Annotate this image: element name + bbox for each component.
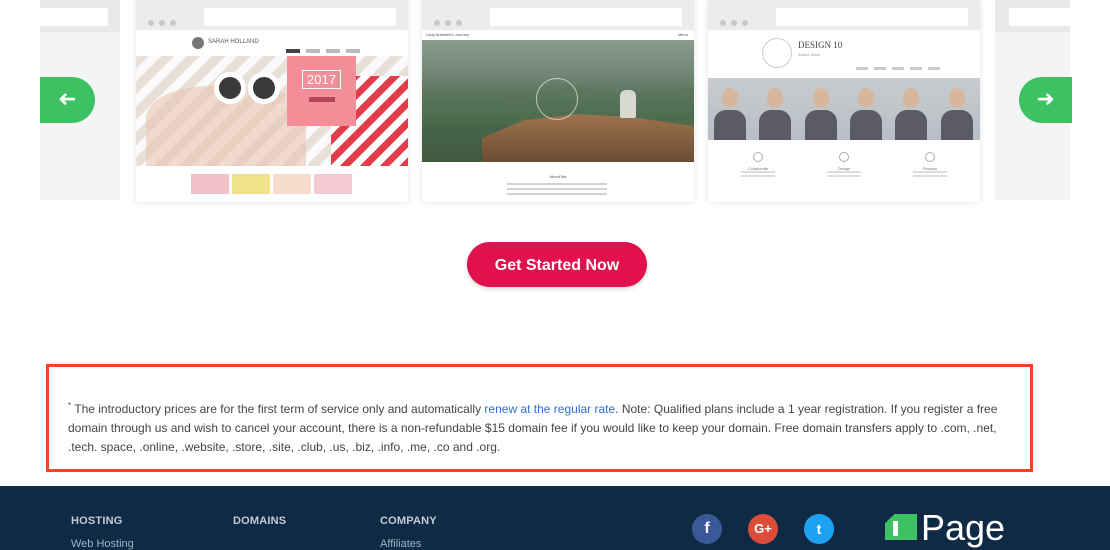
footer-column-domains: DOMAINS bbox=[233, 515, 286, 527]
template-features: Collaborate Design Passion bbox=[738, 152, 950, 179]
template-site-tagline: Adobe Muse bbox=[798, 52, 821, 57]
twitter-icon[interactable]: t bbox=[804, 514, 834, 544]
template-header: Lady Arklebell's Journey Menu bbox=[422, 30, 694, 40]
carousel-prev-button[interactable]: ➜ bbox=[40, 77, 95, 123]
browser-chrome bbox=[422, 0, 694, 30]
ipage-logo-mark bbox=[885, 514, 917, 540]
footer-heading: DOMAINS bbox=[233, 515, 287, 527]
template-feature: Collaborate bbox=[738, 152, 778, 179]
template-thumbnail bbox=[191, 174, 229, 194]
template-header: DESIGN 10 Adobe Muse bbox=[708, 30, 980, 77]
template-logo bbox=[192, 37, 204, 49]
arrow-right-icon: ➜ bbox=[1036, 87, 1055, 112]
template-site-name: Lady Arklebell's Journey bbox=[426, 32, 470, 37]
template-thumbnail bbox=[232, 174, 270, 194]
template-thumbnails bbox=[191, 174, 355, 199]
renew-rate-link[interactable]: renew at the regular rate bbox=[484, 402, 615, 416]
footer-column-hosting: HOSTING Web Hosting bbox=[71, 515, 134, 550]
template-menu-label: Menu bbox=[677, 32, 688, 37]
template-site-name: DESIGN 10 bbox=[798, 40, 843, 50]
template-thumbnail bbox=[273, 174, 311, 194]
template-hero-image bbox=[422, 40, 694, 162]
browser-chrome bbox=[708, 0, 980, 30]
template-carousel: SARAH HOLLAND 2017 Lady Arklebell's Jour… bbox=[0, 0, 1110, 210]
browser-chrome bbox=[136, 0, 408, 30]
footer-heading: HOSTING bbox=[71, 515, 123, 527]
template-thumbnail bbox=[314, 174, 352, 194]
template-placeholder-text bbox=[507, 183, 607, 198]
template-team-photos bbox=[708, 78, 980, 140]
pricing-disclaimer: * The introductory prices are for the fi… bbox=[46, 364, 1033, 472]
get-started-button[interactable]: Get Started Now bbox=[467, 242, 647, 287]
ipage-logo-text: Page bbox=[921, 507, 1006, 548]
template-hero-card: 2017 bbox=[287, 56, 356, 126]
template-nav bbox=[856, 57, 946, 75]
site-footer: HOSTING Web Hosting DOMAINS COMPANY Affi… bbox=[0, 486, 1110, 550]
template-preview-1[interactable]: SARAH HOLLAND 2017 bbox=[136, 0, 408, 202]
footer-heading: COMPANY bbox=[380, 515, 437, 527]
template-section-title: About Me bbox=[549, 174, 567, 179]
year-badge: 2017 bbox=[302, 70, 341, 89]
template-feature: Design bbox=[824, 152, 864, 179]
template-hero-image: 2017 bbox=[136, 56, 408, 166]
carousel-next-button[interactable]: ➜ bbox=[1019, 77, 1072, 123]
template-preview-3[interactable]: DESIGN 10 Adobe Muse Collaborate Design … bbox=[708, 0, 980, 202]
template-header: SARAH HOLLAND bbox=[136, 30, 408, 56]
template-site-name: SARAH HOLLAND bbox=[208, 39, 259, 45]
facebook-icon[interactable]: f bbox=[692, 514, 722, 544]
footer-column-company: COMPANY Affiliates bbox=[380, 515, 437, 550]
footer-link-affiliates[interactable]: Affiliates bbox=[380, 538, 437, 550]
disclaimer-text: * The introductory prices are for the fi… bbox=[68, 401, 998, 454]
sunglasses-graphic bbox=[214, 72, 284, 112]
google-plus-icon[interactable]: G+ bbox=[748, 514, 778, 544]
template-logo bbox=[762, 38, 792, 68]
arrow-left-icon: ➜ bbox=[58, 87, 77, 112]
footer-link-web-hosting[interactable]: Web Hosting bbox=[71, 538, 134, 550]
template-preview-2[interactable]: Lady Arklebell's Journey Menu About Me bbox=[422, 0, 694, 202]
template-feature: Passion bbox=[910, 152, 950, 179]
